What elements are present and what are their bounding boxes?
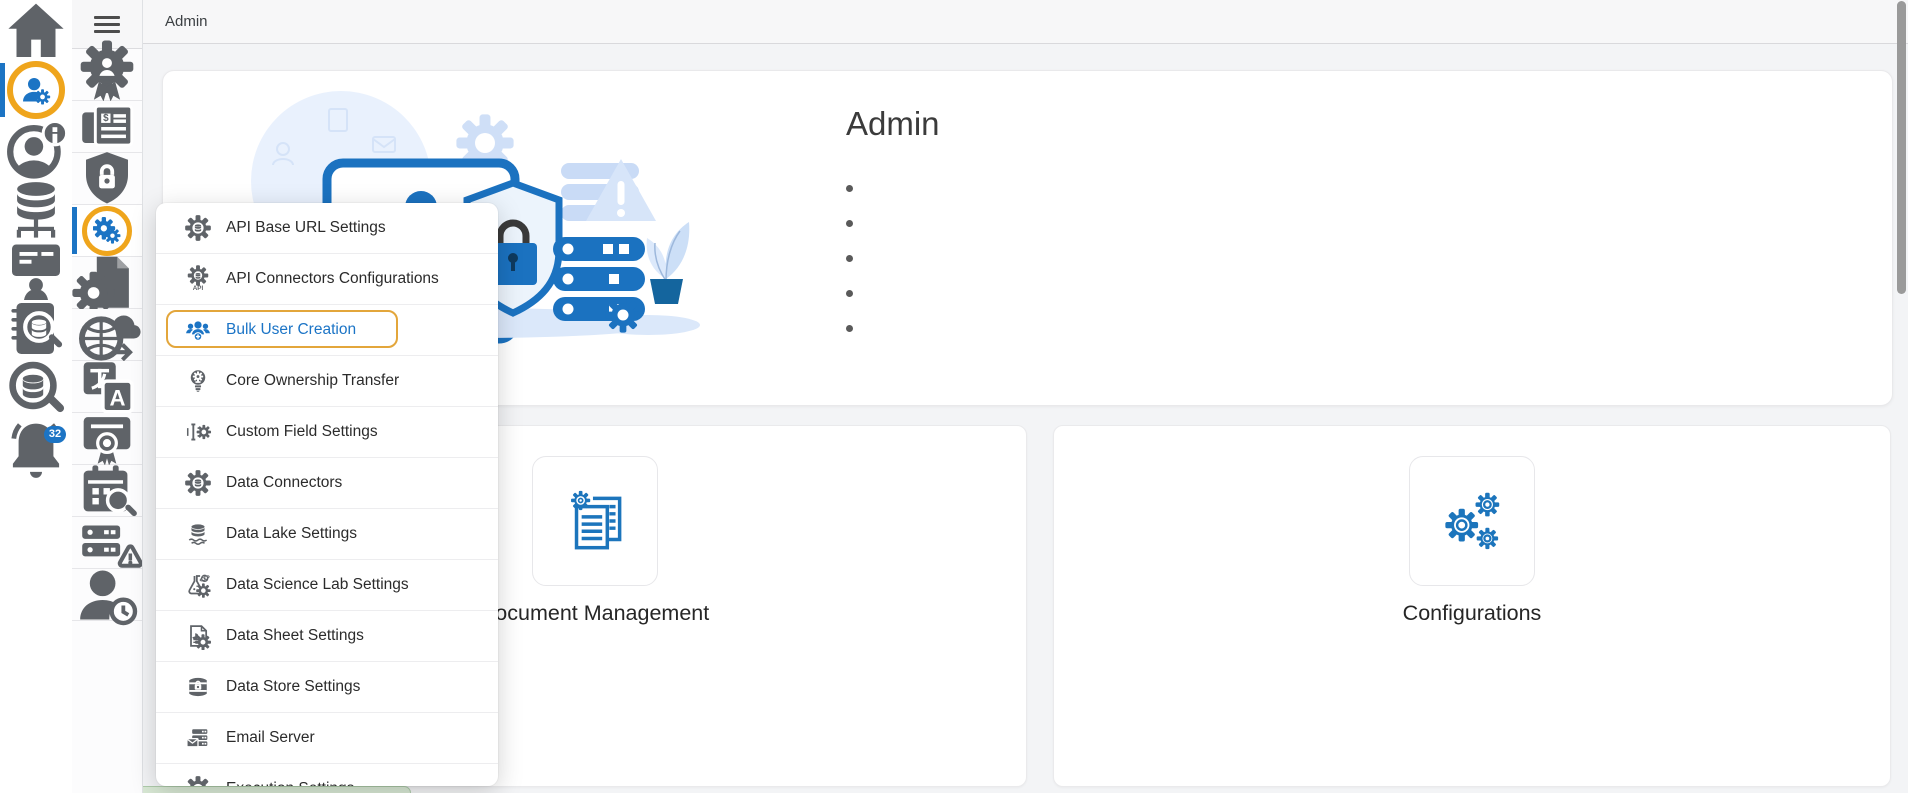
card-title: Configurations: [1402, 601, 1542, 625]
menu-item-label: Data Store Settings: [226, 678, 361, 695]
user-clock-icon: [72, 560, 142, 630]
menu-item-core-ownership-transfer[interactable]: Core Ownership Transfer: [156, 356, 498, 407]
app-settings-icon: [93, 216, 121, 245]
data-lake-icon: [184, 520, 212, 548]
menu-item-label: Data Connectors: [226, 474, 343, 491]
breadcrumb-title: Admin: [165, 13, 208, 30]
svg-text:$: $: [103, 113, 109, 124]
menu-item-label: Data Sheet Settings: [226, 627, 364, 644]
menu-item-custom-field-settings[interactable]: Custom Field Settings: [156, 407, 498, 458]
menu-item-email-server[interactable]: Email Server: [156, 713, 498, 764]
sidebar-item-data-search[interactable]: [0, 360, 72, 420]
primary-sidebar: 32: [0, 0, 73, 793]
menu-item-data-store-settings[interactable]: Data Store Settings: [156, 662, 498, 713]
admin-feature-list: [846, 171, 940, 346]
science-flask-icon: [184, 571, 212, 599]
api-connector-icon: API: [184, 265, 212, 293]
menu-item-api-connectors-configurations[interactable]: API API Connectors Configurations: [156, 254, 498, 305]
admin-nav-user-sessions[interactable]: [72, 569, 142, 625]
menu-item-label: Data Science Lab Settings: [226, 576, 409, 593]
svg-text:API: API: [193, 285, 204, 292]
home-icon: [0, 0, 72, 66]
configurations-icon-box: [1409, 456, 1535, 586]
ownership-bulb-icon: [184, 367, 212, 395]
gear-database-icon: [184, 469, 212, 497]
menu-item-data-science-lab-settings[interactable]: Data Science Lab Settings: [156, 560, 498, 611]
data-sheet-icon: [184, 622, 212, 650]
menu-item-label: Core Ownership Transfer: [226, 372, 400, 389]
gears-icon: [1445, 492, 1500, 550]
menu-item-execution-settings[interactable]: Execution Settings: [156, 764, 498, 786]
menu-item-bulk-user-creation[interactable]: Bulk User Creation: [156, 305, 498, 356]
menu-item-label: Email Server: [226, 729, 315, 746]
admin-feature-bullet: [846, 206, 940, 241]
menu-item-label: API Connectors Configurations: [226, 270, 439, 287]
menu-item-data-connectors[interactable]: Data Connectors: [156, 458, 498, 509]
admin-feature-bullet: [846, 276, 940, 311]
sidebar-item-user-info[interactable]: [0, 120, 72, 180]
admin-overview-text: Admin: [846, 71, 940, 346]
admin-settings-flyout-menu: API Base URL Settings API API Connectors…: [156, 203, 498, 786]
admin-feature-bullet: [846, 311, 940, 346]
sidebar-item-admin[interactable]: [0, 60, 72, 120]
menu-item-data-lake-settings[interactable]: Data Lake Settings: [156, 509, 498, 560]
sidebar-item-training[interactable]: [0, 240, 72, 300]
admin-feature-bullet: [846, 241, 940, 276]
gear-icon: [184, 775, 212, 786]
sidebar-item-data-network[interactable]: [0, 180, 72, 240]
menu-item-label: Execution Settings: [226, 780, 354, 786]
bulk-users-icon: [184, 316, 212, 344]
sidebar-item-home[interactable]: [0, 0, 72, 60]
documents-gear-icon: [570, 490, 621, 550]
data-store-icon: [184, 673, 212, 701]
hamburger-icon: [94, 12, 120, 37]
sidebar-item-audit-log[interactable]: [0, 300, 72, 360]
shield-lock-icon: [72, 144, 142, 214]
flyout-scrollbar-thumb[interactable]: [1897, 1, 1906, 294]
user-settings-icon: [20, 74, 52, 106]
secondary-sidebar: $ A: [72, 0, 143, 793]
link-preview-strip: [137, 786, 411, 793]
admin-nav-security[interactable]: [72, 151, 142, 205]
notifications-bell-icon: [0, 414, 72, 486]
gear-database-icon: [184, 214, 212, 242]
notification-count-badge: 32: [44, 426, 66, 443]
menu-item-label: Data Lake Settings: [226, 525, 357, 542]
menu-item-label: Bulk User Creation: [226, 321, 357, 338]
top-bar: Admin: [143, 0, 1908, 44]
configurations-card[interactable]: Configurations: [1053, 425, 1891, 787]
secondary-sidebar-list: $ A: [72, 40, 142, 625]
menu-item-api-base-url-settings[interactable]: API Base URL Settings: [156, 203, 498, 254]
menu-item-data-sheet-settings[interactable]: Data Sheet Settings: [156, 611, 498, 662]
admin-feature-bullet: [846, 171, 940, 206]
menu-item-label: API Base URL Settings: [226, 219, 386, 236]
document-management-icon-box: [531, 456, 658, 586]
menu-item-label: Custom Field Settings: [226, 423, 378, 440]
custom-field-icon: [184, 418, 212, 446]
email-server-icon: [184, 724, 212, 752]
sidebar-item-notifications[interactable]: 32: [0, 420, 72, 480]
page-title: Admin: [846, 105, 940, 142]
